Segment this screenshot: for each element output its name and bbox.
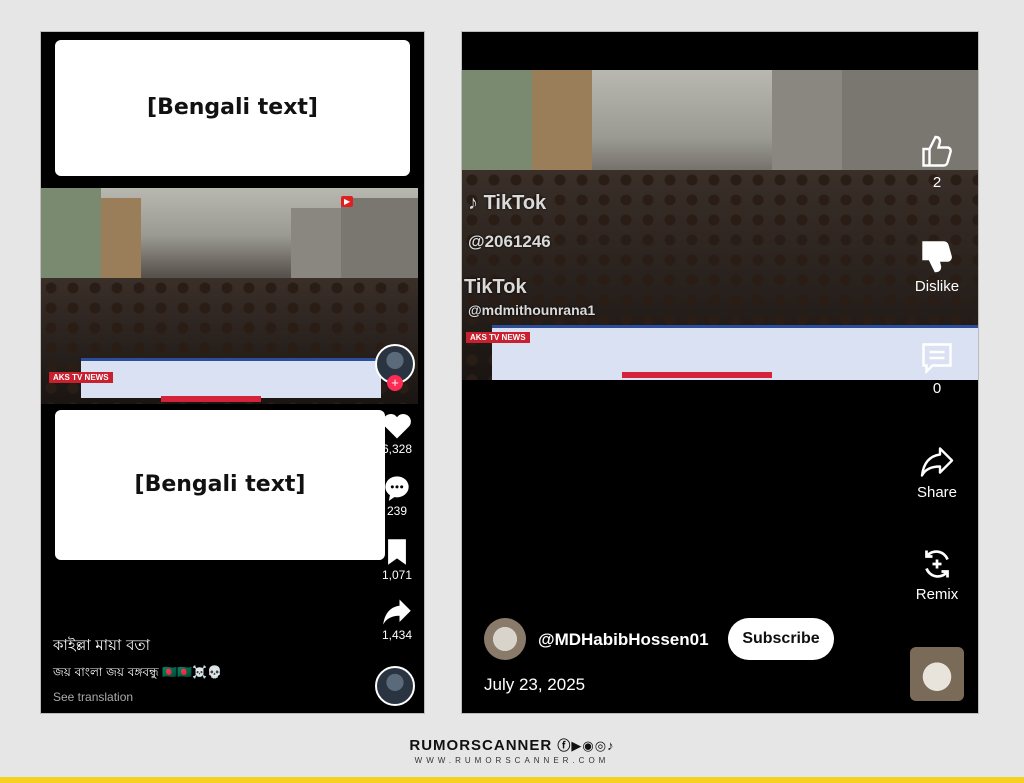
- heart-icon: [383, 413, 411, 439]
- comment-icon: [385, 476, 409, 501]
- comment-count: 0: [932, 380, 942, 397]
- share-icon: [920, 447, 954, 477]
- bookmark-icon: [388, 539, 406, 565]
- twitter-icon[interactable]: ◉: [582, 738, 594, 753]
- tiktok-icon[interactable]: ♪: [607, 738, 615, 753]
- footer-brand: RUMORSCANNER ⓕ▶◉◎♪: [409, 737, 615, 754]
- right-youtube-shorts-screenshot: ♪ TikTok @2061246 TikTok @mdmithounrana1…: [461, 31, 979, 714]
- youtube-icon[interactable]: ▶: [571, 738, 582, 753]
- share-label: Share: [916, 484, 958, 501]
- comment-action[interactable]: 0: [902, 340, 972, 397]
- social-icons: ⓕ▶◉◎♪: [557, 738, 614, 753]
- youtube-icon: ▶: [341, 196, 354, 207]
- comment-icon: [922, 343, 952, 375]
- tiktok-user: @mdmithounrana1: [468, 302, 596, 318]
- right-video-frame[interactable]: ♪ TikTok @2061246 TikTok @mdmithounrana1…: [462, 70, 978, 380]
- bookmark-action[interactable]: 1,071: [377, 538, 417, 582]
- left-video-frame[interactable]: ▶ AKS TV NEWS: [41, 188, 418, 404]
- share-action[interactable]: 1,434: [377, 598, 417, 642]
- instagram-icon[interactable]: ◎: [595, 738, 607, 753]
- like-count: 6,328: [381, 442, 413, 456]
- like-icon: [922, 135, 952, 167]
- facebook-icon[interactable]: ⓕ: [557, 738, 571, 753]
- comment-count: 239: [386, 504, 408, 518]
- username[interactable]: কাইল্লা মায়া বতা: [53, 634, 150, 659]
- like-action[interactable]: 6,328: [377, 412, 417, 456]
- footer-site: WWW.RUMORSCANNER.COM: [414, 756, 610, 765]
- dislike-label: Dislike: [914, 278, 960, 295]
- channel-name[interactable]: @MDHabibHossen01: [538, 630, 709, 650]
- see-translation-link[interactable]: See translation: [53, 690, 133, 704]
- protest-banner: [81, 358, 381, 398]
- dislike-icon: [922, 241, 952, 273]
- like-action[interactable]: 2: [902, 134, 972, 191]
- remix-label: Remix: [915, 586, 959, 603]
- follow-plus-icon[interactable]: +: [387, 375, 403, 391]
- subscribe-button[interactable]: Subscribe: [728, 618, 834, 660]
- remix-icon: [925, 550, 949, 578]
- music-disc-avatar[interactable]: [375, 666, 415, 706]
- remix-action[interactable]: Remix: [902, 546, 972, 603]
- video-watermark: AKS TV NEWS: [466, 332, 530, 343]
- like-count: 2: [932, 174, 942, 191]
- mid-caption: [Bengali text]: [55, 410, 385, 560]
- share-icon: [383, 599, 411, 625]
- sound-thumbnail[interactable]: [910, 647, 964, 701]
- post-date: July 23, 2025: [484, 675, 586, 694]
- accent-bar: [0, 777, 1024, 783]
- tiktok-watermark: ♪ TikTok: [468, 192, 547, 214]
- top-caption: [Bengali text]: [55, 40, 410, 176]
- dislike-action[interactable]: Dislike: [902, 238, 972, 295]
- left-tiktok-screenshot: [Bengali text] ▶ AKS TV NEWS [Bengali te…: [40, 31, 425, 714]
- mid-caption-text: [Bengali text]: [134, 472, 306, 498]
- tiktok-id: @2061246: [468, 232, 551, 251]
- share-action[interactable]: Share: [902, 444, 972, 501]
- video-watermark: AKS TV NEWS: [49, 372, 113, 383]
- rumorscanner-footer: RUMORSCANNER ⓕ▶◉◎♪ WWW.RUMORSCANNER.COM: [0, 735, 1024, 765]
- channel-avatar[interactable]: [484, 618, 526, 660]
- bookmark-count: 1,071: [381, 568, 413, 582]
- comment-action[interactable]: 239: [377, 474, 417, 518]
- share-count: 1,434: [381, 628, 413, 642]
- post-description: জয় বাংলা জয় বঙ্গবন্ধু 🇧🇩🇧🇩☠️💀: [53, 665, 223, 679]
- top-caption-text: [Bengali text]: [147, 95, 318, 121]
- tiktok-watermark-2: TikTok: [464, 276, 527, 298]
- tiktok-logo-icon: ♪: [468, 192, 478, 214]
